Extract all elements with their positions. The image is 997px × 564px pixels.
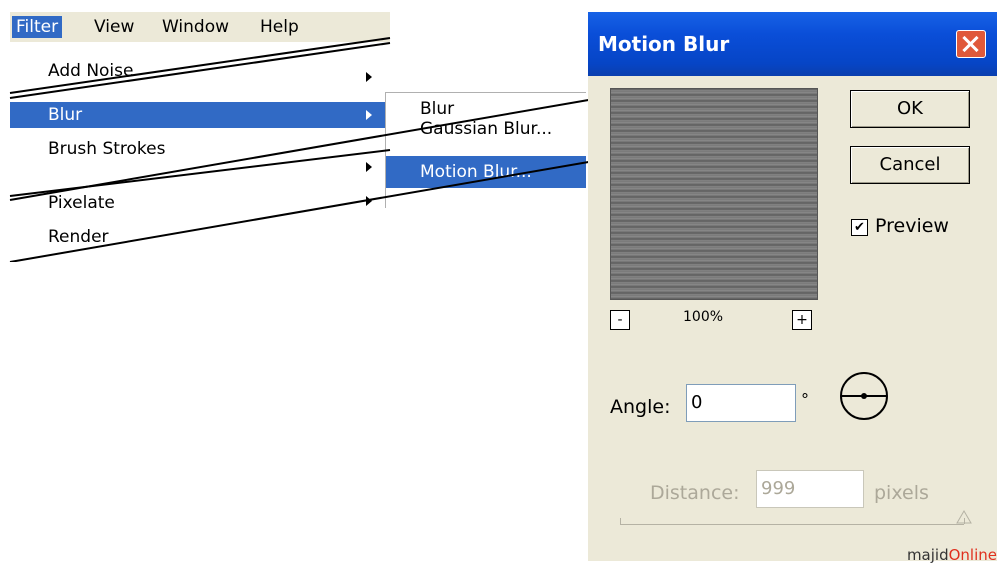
menu-item-blur[interactable]: Blur — [10, 102, 385, 128]
menu-window[interactable]: Window — [158, 16, 233, 38]
menu-item-label: Add Noise — [48, 61, 134, 81]
distance-label: Distance: — [650, 482, 740, 504]
close-icon[interactable] — [956, 30, 986, 58]
submenu-item-blur[interactable]: Blur — [386, 99, 454, 119]
menu-bar: Filter View Window Help — [10, 12, 390, 42]
menu-item-label: Brush Strokes — [48, 139, 166, 159]
menu-item-render[interactable]: Render — [10, 224, 248, 250]
submenu-arrow-icon — [366, 196, 372, 206]
slider-thumb-icon[interactable] — [956, 510, 972, 524]
menu-item-pixelate[interactable]: Pixelate — [10, 190, 388, 216]
zoom-level: 100% — [683, 309, 724, 325]
angle-label: Angle: — [610, 396, 671, 418]
menu-item-brush-strokes[interactable]: Brush Strokes — [10, 136, 388, 162]
zoom-out-button[interactable]: - — [610, 310, 630, 330]
menu-item-label: Blur — [48, 105, 83, 125]
blur-submenu: Blur Gaussian Blur... Motion Blur... — [385, 92, 586, 208]
zoom-in-button[interactable]: + — [792, 310, 812, 330]
submenu-arrow-icon — [366, 72, 372, 82]
distance-unit: pixels — [874, 482, 929, 504]
angle-dial-icon[interactable] — [840, 372, 888, 420]
menu-item-label: Pixelate — [48, 193, 115, 213]
degree-symbol: ° — [801, 390, 809, 409]
submenu-item-gaussian-blur[interactable]: Gaussian Blur... — [386, 117, 552, 141]
slider-tick — [620, 518, 621, 524]
distance-slider[interactable] — [620, 524, 964, 525]
preview-thumbnail[interactable] — [610, 88, 818, 300]
majidonline-logo: majidOnline — [906, 546, 997, 564]
cancel-button[interactable]: Cancel — [850, 146, 970, 184]
ok-button[interactable]: OK — [850, 90, 970, 128]
submenu-arrow-icon — [366, 162, 372, 172]
distance-input[interactable]: 999 — [756, 470, 864, 508]
submenu-item-label: Motion Blur... — [420, 162, 532, 182]
preview-label[interactable]: Preview — [875, 215, 949, 237]
menu-filter[interactable]: Filter — [12, 16, 63, 38]
menu-item-label: Render — [48, 227, 109, 247]
submenu-item-label: Gaussian Blur... — [420, 119, 553, 139]
menu-view[interactable]: View — [90, 16, 138, 38]
submenu-arrow-icon — [366, 110, 372, 120]
submenu-item-label: Blur — [420, 99, 455, 119]
motion-blur-dialog: Motion Blur - 100% + OK Cancel ✔ Preview… — [588, 12, 997, 564]
preview-checkbox[interactable]: ✔ — [851, 219, 868, 236]
angle-input[interactable]: 0 — [686, 384, 796, 422]
menu-item-add-noise[interactable]: Add Noise — [10, 58, 388, 84]
menu-help[interactable]: Help — [256, 16, 303, 38]
submenu-item-motion-blur[interactable]: Motion Blur... — [386, 156, 586, 188]
dialog-title-bar[interactable]: Motion Blur — [588, 12, 997, 76]
dialog-title: Motion Blur — [598, 32, 730, 56]
